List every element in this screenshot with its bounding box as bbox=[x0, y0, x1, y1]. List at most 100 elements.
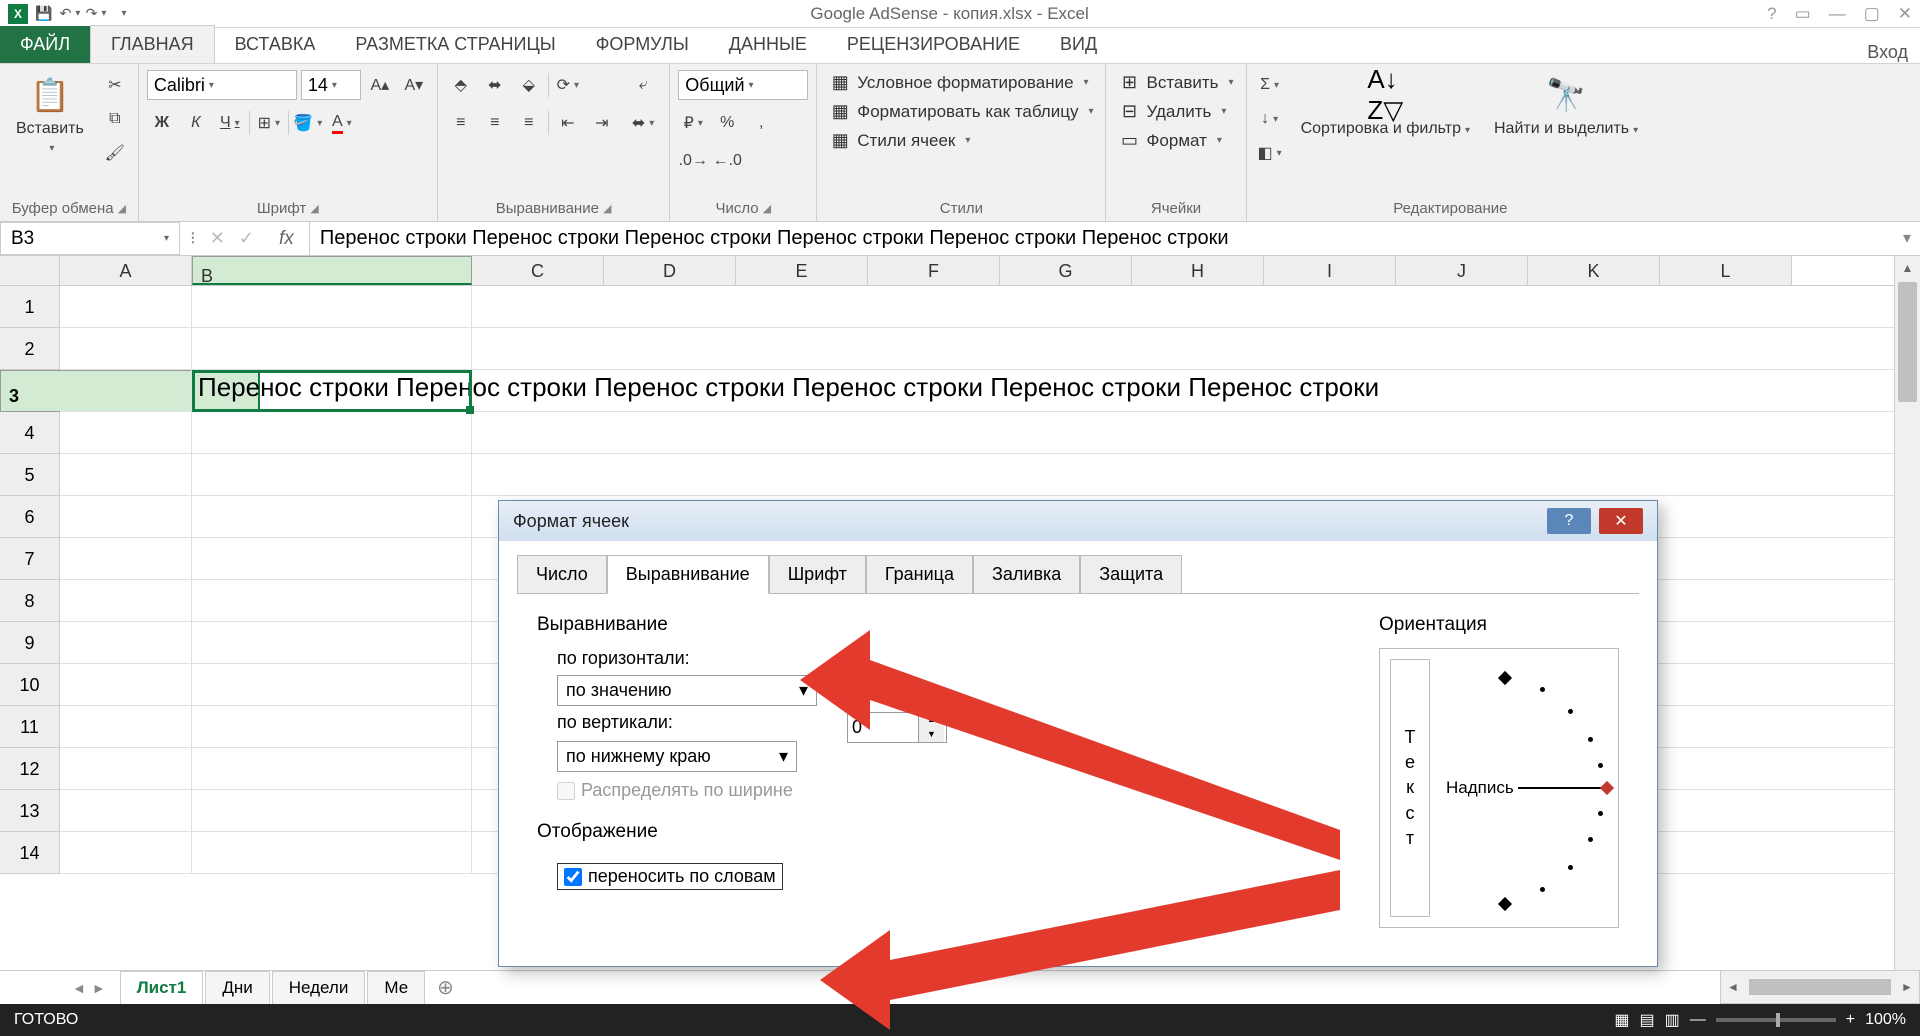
sheet-tab[interactable]: Лист1 bbox=[120, 971, 204, 1005]
bold-button[interactable]: Ж bbox=[147, 108, 177, 138]
col-header-D[interactable]: D bbox=[604, 256, 736, 285]
col-header-E[interactable]: E bbox=[736, 256, 868, 285]
sheet-nav-prev-icon[interactable]: ◄ bbox=[72, 980, 86, 996]
minimize-icon[interactable]: — bbox=[1829, 4, 1846, 24]
cut-icon[interactable]: ✂ bbox=[100, 70, 130, 100]
scrollbar-thumb[interactable] bbox=[1898, 282, 1917, 402]
row-header[interactable]: 14 bbox=[0, 832, 60, 874]
fill-icon[interactable]: ↓▾ bbox=[1255, 104, 1285, 134]
merge-icon[interactable]: ⬌▾ bbox=[625, 108, 661, 138]
zoom-level[interactable]: 100% bbox=[1865, 1011, 1906, 1029]
dlg-tab-number[interactable]: Число bbox=[517, 555, 607, 594]
find-select-button[interactable]: 🔭 Найти и выделить▾ bbox=[1486, 70, 1646, 142]
confirm-icon[interactable]: ✓ bbox=[239, 228, 254, 249]
col-header-A[interactable]: A bbox=[60, 256, 192, 285]
dialog-title-bar[interactable]: Формат ячеек ? ✕ bbox=[499, 501, 1657, 541]
sheet-tab[interactable]: Недели bbox=[272, 971, 366, 1005]
dlg-tab-fill[interactable]: Заливка bbox=[973, 555, 1080, 594]
tab-review[interactable]: РЕЦЕНЗИРОВАНИЕ bbox=[827, 26, 1040, 63]
row-header[interactable]: 8 bbox=[0, 580, 60, 622]
orientation-vertical-text[interactable]: Текст bbox=[1390, 659, 1430, 917]
align-middle-icon[interactable]: ⬌ bbox=[480, 70, 510, 100]
dlg-tab-alignment[interactable]: Выравнивание bbox=[607, 555, 769, 594]
dialog-launcher-icon[interactable]: ◢ bbox=[310, 202, 318, 215]
row-header[interactable]: 10 bbox=[0, 664, 60, 706]
conditional-formatting-button[interactable]: ▦Условное форматирование▾ bbox=[825, 70, 1092, 95]
orientation-dial[interactable]: Надпись bbox=[1440, 659, 1608, 917]
dlg-tab-protection[interactable]: Защита bbox=[1080, 555, 1182, 594]
horizontal-align-select[interactable]: по значению▾ bbox=[557, 675, 817, 706]
dialog-launcher-icon[interactable]: ◢ bbox=[763, 202, 771, 215]
orientation-control[interactable]: Текст Надпись bbox=[1379, 648, 1619, 928]
font-name-combo[interactable]: Calibri▾ bbox=[147, 70, 297, 100]
select-all-corner[interactable] bbox=[0, 256, 60, 285]
tab-data[interactable]: ДАННЫЕ bbox=[709, 26, 827, 63]
maximize-icon[interactable]: ▢ bbox=[1864, 4, 1880, 24]
col-header-F[interactable]: F bbox=[868, 256, 1000, 285]
zoom-slider[interactable] bbox=[1716, 1018, 1836, 1022]
font-color-icon[interactable]: A▾ bbox=[327, 108, 357, 138]
cell-styles-button[interactable]: ▦Стили ячеек▾ bbox=[825, 128, 974, 153]
scroll-up-icon[interactable]: ▲ bbox=[1895, 256, 1920, 280]
align-right-icon[interactable]: ≡ bbox=[514, 108, 544, 138]
row-header[interactable]: 2 bbox=[0, 328, 60, 370]
view-break-icon[interactable]: ▥ bbox=[1665, 1010, 1680, 1030]
number-format-combo[interactable]: Общий▾ bbox=[678, 70, 808, 100]
tab-view[interactable]: ВИД bbox=[1040, 26, 1117, 63]
row-header[interactable]: 7 bbox=[0, 538, 60, 580]
zoom-out-icon[interactable]: — bbox=[1690, 1011, 1706, 1029]
tab-home[interactable]: ГЛАВНАЯ bbox=[90, 25, 215, 63]
row-header[interactable]: 12 bbox=[0, 748, 60, 790]
scroll-right-icon[interactable]: ► bbox=[1895, 980, 1919, 994]
indent-spinner[interactable]: ▲▼ bbox=[847, 712, 947, 743]
col-header-C[interactable]: C bbox=[472, 256, 604, 285]
view-page-icon[interactable]: ▤ bbox=[1639, 1010, 1654, 1030]
fx-button[interactable]: fx bbox=[264, 222, 310, 255]
align-top-icon[interactable]: ⬘ bbox=[446, 70, 476, 100]
format-cells-button[interactable]: ▭Формат▾ bbox=[1114, 128, 1225, 153]
vertical-scrollbar[interactable]: ▲ ▼ bbox=[1894, 256, 1920, 994]
help-icon[interactable]: ? bbox=[1767, 4, 1776, 24]
horizontal-scrollbar[interactable]: ◄ ► bbox=[1720, 970, 1920, 1004]
tab-file[interactable]: ФАЙЛ bbox=[0, 26, 90, 63]
dlg-tab-font[interactable]: Шрифт bbox=[769, 555, 866, 594]
orientation-icon[interactable]: ⟳▾ bbox=[553, 70, 583, 100]
borders-icon[interactable]: ⊞▾ bbox=[254, 108, 284, 138]
spinner-down-icon[interactable]: ▼ bbox=[919, 728, 944, 743]
dialog-close-icon[interactable]: ✕ bbox=[1599, 508, 1643, 534]
sheet-nav-next-icon[interactable]: ► bbox=[92, 980, 106, 996]
decrease-indent-icon[interactable]: ⇤ bbox=[553, 108, 583, 138]
copy-icon[interactable]: ⧉ bbox=[100, 104, 130, 134]
align-bottom-icon[interactable]: ⬙ bbox=[514, 70, 544, 100]
dialog-help-icon[interactable]: ? bbox=[1547, 508, 1591, 534]
wrap-text-checkbox[interactable]: переносить по словам bbox=[557, 863, 783, 890]
italic-button[interactable]: К bbox=[181, 108, 211, 138]
clear-icon[interactable]: ◧▾ bbox=[1255, 138, 1285, 168]
autosum-icon[interactable]: Σ▾ bbox=[1255, 70, 1285, 100]
view-normal-icon[interactable]: ▦ bbox=[1614, 1010, 1629, 1030]
col-header-B[interactable]: B bbox=[192, 256, 472, 285]
cancel-icon[interactable]: ✕ bbox=[210, 228, 225, 249]
undo-icon[interactable]: ↶▾ bbox=[60, 4, 80, 24]
qat-customize-icon[interactable]: ▾ bbox=[112, 4, 132, 24]
vertical-align-select[interactable]: по нижнему краю▾ bbox=[557, 741, 797, 772]
redo-icon[interactable]: ↷▾ bbox=[86, 4, 106, 24]
sort-filter-button[interactable]: A↓Z▽ Сортировка и фильтр▾ bbox=[1293, 70, 1478, 142]
row-header[interactable]: 9 bbox=[0, 622, 60, 664]
decrease-decimal-icon[interactable]: ←.0 bbox=[712, 146, 742, 176]
col-header-H[interactable]: H bbox=[1132, 256, 1264, 285]
zoom-in-icon[interactable]: + bbox=[1846, 1011, 1855, 1029]
font-size-combo[interactable]: 14▾ bbox=[301, 70, 361, 100]
currency-icon[interactable]: ₽▾ bbox=[678, 108, 708, 138]
name-box[interactable]: B3▾ bbox=[0, 222, 180, 255]
align-center-icon[interactable]: ≡ bbox=[480, 108, 510, 138]
login-link[interactable]: Вход bbox=[1867, 42, 1920, 63]
sheet-tab[interactable]: Ме bbox=[367, 971, 425, 1005]
paste-button[interactable]: 📋 Вставить▾ bbox=[8, 70, 92, 161]
wrap-text-icon[interactable]: ⤶ bbox=[625, 70, 661, 100]
sheet-tab[interactable]: Дни bbox=[205, 971, 269, 1005]
row-header[interactable]: 5 bbox=[0, 454, 60, 496]
col-header-G[interactable]: G bbox=[1000, 256, 1132, 285]
increase-font-icon[interactable]: A▴ bbox=[365, 70, 395, 100]
dialog-launcher-icon[interactable]: ◢ bbox=[603, 202, 611, 215]
